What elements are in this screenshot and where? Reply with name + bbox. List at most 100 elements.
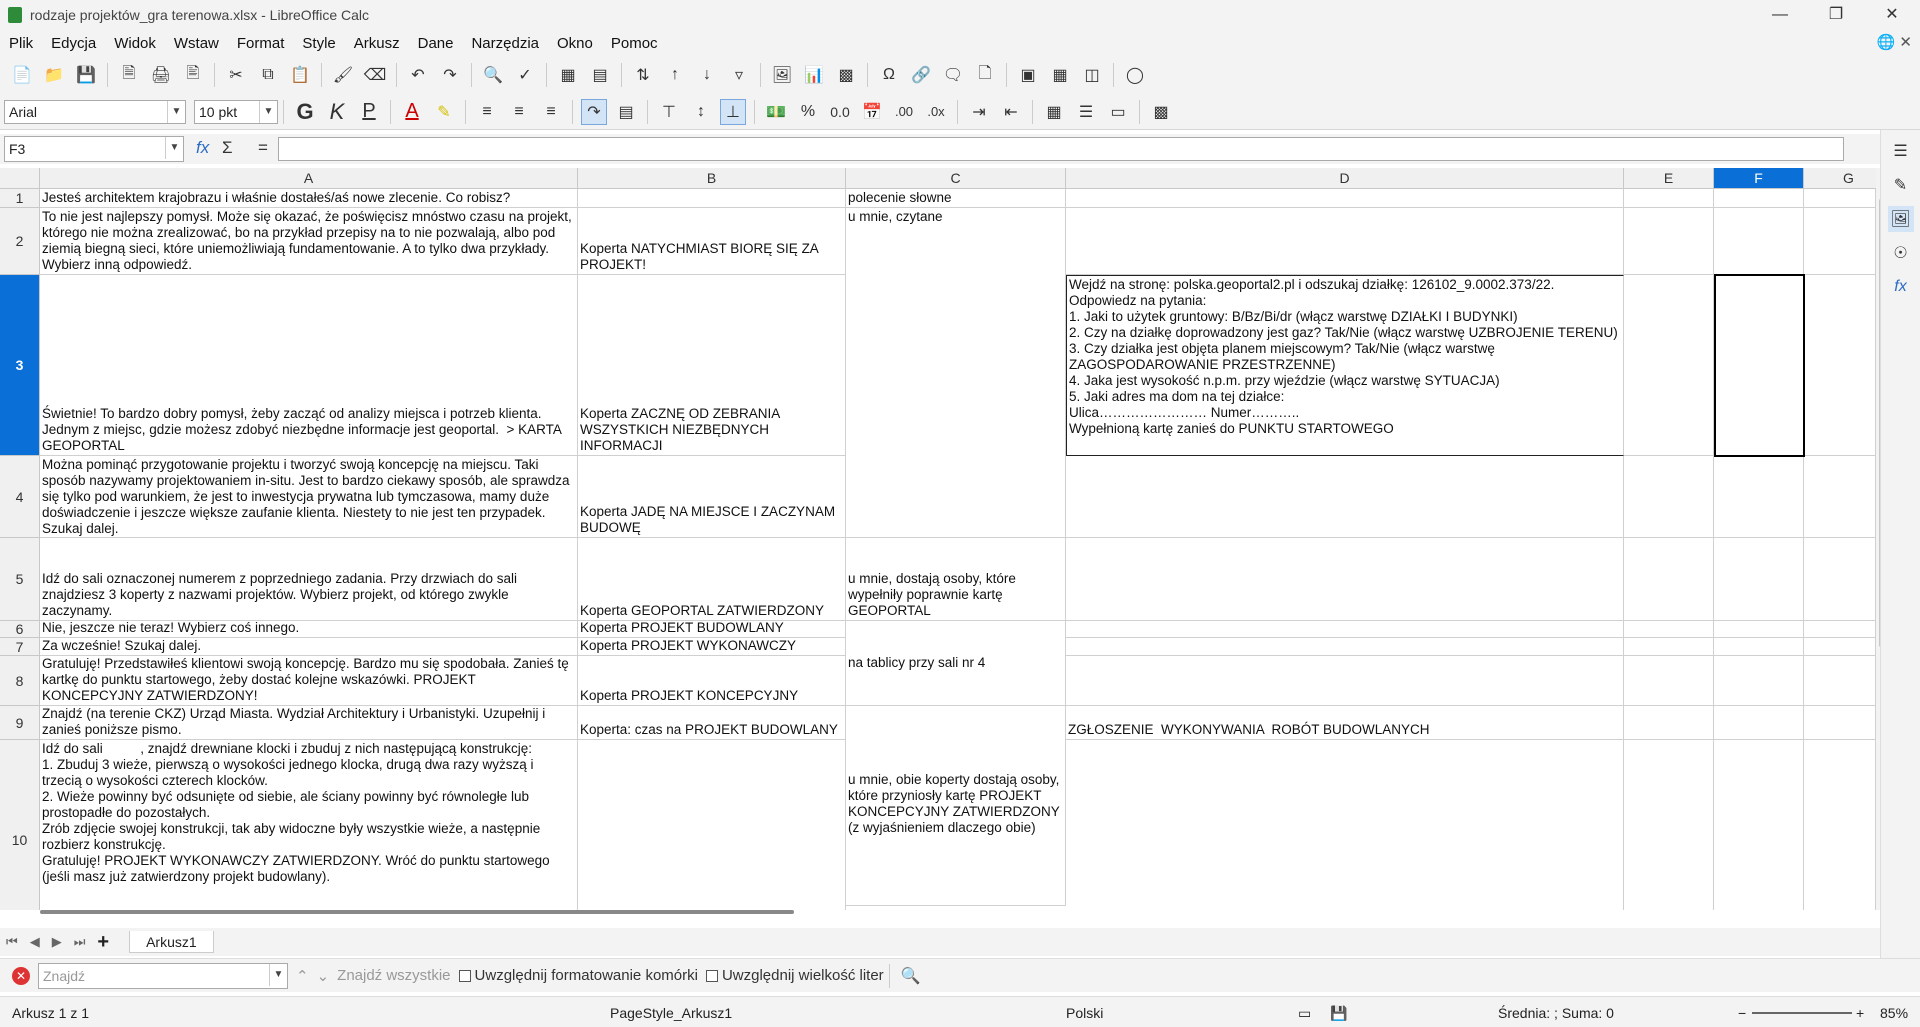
cell-d8[interactable] — [1066, 656, 1624, 706]
cell-g8[interactable] — [1804, 656, 1876, 706]
italic-icon[interactable]: K — [324, 99, 350, 125]
language[interactable]: Polski — [1066, 1005, 1103, 1021]
functions-icon[interactable]: fx — [1888, 274, 1914, 300]
cell-e8[interactable] — [1624, 656, 1714, 706]
special-character-icon[interactable]: Ω — [876, 62, 902, 88]
chevron-down-icon[interactable]: ▼ — [165, 137, 183, 159]
row-header-2[interactable]: 2 — [0, 208, 40, 275]
close-icon[interactable]: ✕ — [1864, 0, 1920, 30]
cell-c5[interactable]: u mnie, dostają osoby, które wypełniły p… — [846, 538, 1066, 621]
underline-icon[interactable]: P — [356, 99, 382, 125]
clone-formatting-icon[interactable]: 🖌 — [330, 62, 356, 88]
cell-b6[interactable]: Koperta PROJEKT BUDOWLANY — [578, 621, 846, 638]
sheet-tab[interactable]: Arkusz1 — [129, 931, 214, 953]
cell-f10[interactable] — [1714, 740, 1804, 910]
align-top-icon[interactable]: ⊤ — [656, 99, 682, 125]
column-header-a[interactable]: A — [40, 168, 578, 189]
cell-b10[interactable] — [578, 740, 846, 910]
cell-c1[interactable]: polecenie słowne — [846, 189, 1066, 208]
column-header-g[interactable]: G — [1804, 168, 1876, 189]
zoom-slider[interactable] — [1752, 1012, 1852, 1014]
cell-b3[interactable]: Koperta ZACZNĘ OD ZEBRANIA WSZYSTKICH NI… — [578, 275, 846, 456]
border-color-icon[interactable]: ▭ — [1105, 99, 1131, 125]
cell-c9[interactable]: u mnie, obie koperty dostają osoby, któr… — [846, 706, 1066, 906]
row-header-1[interactable]: 1 — [0, 189, 40, 208]
menu-format[interactable]: Format — [228, 35, 294, 52]
cell-e2[interactable] — [1624, 208, 1714, 275]
find-all-button[interactable]: Znajdź wszystkie — [337, 967, 450, 984]
cell-b2[interactable]: Koperta NATYCHMIAST BIORĘ SIĘ ZA PROJEKT… — [578, 208, 846, 275]
cell-e5[interactable] — [1624, 538, 1714, 621]
cell-f3[interactable] — [1714, 275, 1804, 456]
find-replace-dialog-icon[interactable]: 🔍 — [898, 963, 924, 989]
sort-icon[interactable]: ⇅ — [630, 62, 656, 88]
name-box[interactable]: F3 ▼ — [4, 136, 184, 162]
cell-f2[interactable] — [1714, 208, 1804, 275]
menu-widok[interactable]: Widok — [105, 35, 165, 52]
zoom-in-icon[interactable]: + — [1856, 1005, 1864, 1021]
cell-g4[interactable] — [1804, 456, 1876, 538]
cell-f4[interactable] — [1714, 456, 1804, 538]
cell-f1[interactable] — [1714, 189, 1804, 208]
currency-format-icon[interactable]: 💵 — [763, 99, 789, 125]
page-style[interactable]: PageStyle_Arkusz1 — [610, 1005, 732, 1021]
find-next-icon[interactable]: ⌄ — [317, 967, 330, 985]
formula-input[interactable] — [278, 137, 1844, 161]
row-header-8[interactable]: 8 — [0, 656, 40, 706]
cell-e6[interactable] — [1624, 621, 1714, 638]
cell-g1[interactable] — [1804, 189, 1876, 208]
column-header-c[interactable]: C — [846, 168, 1066, 189]
select-all-corner[interactable] — [0, 168, 40, 189]
cell-a2[interactable]: To nie jest najlepszy pomysł. Może się o… — [40, 208, 578, 275]
date-format-icon[interactable]: 📅 — [859, 99, 885, 125]
cell-a9[interactable]: Znajdź (na terenie CKZ) Urząd Miasta. Wy… — [40, 706, 578, 740]
cell-g7[interactable] — [1804, 638, 1876, 656]
row-header-3[interactable]: 3 — [0, 275, 40, 456]
save-icon[interactable]: 💾 — [73, 62, 99, 88]
cell-e4[interactable] — [1624, 456, 1714, 538]
zoom-level[interactable]: 85% — [1880, 1005, 1908, 1021]
column-header-f[interactable]: F — [1714, 168, 1804, 189]
menu-pomoc[interactable]: Pomoc — [602, 35, 667, 52]
cell-d4[interactable] — [1066, 456, 1624, 538]
menu-plik[interactable]: Plik — [0, 35, 42, 52]
cell-b5[interactable]: Koperta GEOPORTAL ZATWIERDZONY — [578, 538, 846, 621]
document-modified-icon[interactable]: 💾 — [1330, 1005, 1347, 1022]
row-header-9[interactable]: 9 — [0, 706, 40, 740]
sort-descending-icon[interactable]: ↓ — [694, 62, 720, 88]
first-sheet-icon[interactable]: ⏮ — [6, 934, 18, 950]
cell-b4[interactable]: Koperta JADĘ NA MIEJSCE I ZACZYNAM BUDOW… — [578, 456, 846, 538]
cell-b1[interactable] — [578, 189, 846, 208]
cell-f8[interactable] — [1714, 656, 1804, 706]
column-icon[interactable]: ▤ — [587, 62, 613, 88]
conditional-format-icon[interactable]: ▩ — [1148, 99, 1174, 125]
new-document-icon[interactable]: 📄 — [9, 62, 35, 88]
cell-b7[interactable]: Koperta PROJEKT WYKONAWCZY — [578, 638, 846, 656]
globe-icon[interactable]: 🌐 ✕ — [1877, 33, 1912, 51]
hyperlink-icon[interactable]: 🔗 — [908, 62, 934, 88]
cell-d9[interactable]: ZGŁOSZENIE WYKONYWANIA ROBÓT BUDOWLANYCH — [1066, 706, 1624, 740]
prev-sheet-icon[interactable]: ◀ — [30, 934, 40, 950]
cell-d6[interactable] — [1066, 621, 1624, 638]
selection-mode-icon[interactable]: ▭ — [1298, 1005, 1311, 1022]
show-draw-functions-icon[interactable]: ◯ — [1122, 62, 1148, 88]
column-header-b[interactable]: B — [578, 168, 846, 189]
cell-f7[interactable] — [1714, 638, 1804, 656]
bold-icon[interactable]: G — [292, 99, 318, 125]
cell-a5[interactable]: Idź do sali oznaczonej numerem z poprzed… — [40, 538, 578, 621]
undo-icon[interactable]: ↶ — [405, 62, 431, 88]
cell-d10[interactable] — [1066, 740, 1624, 910]
menu-arkusz[interactable]: Arkusz — [345, 35, 409, 52]
add-decimal-icon[interactable]: .00 — [891, 99, 917, 125]
cell-e1[interactable] — [1624, 189, 1714, 208]
cell-c2[interactable]: u mnie, czytane — [846, 208, 1066, 538]
cell-e3[interactable] — [1624, 275, 1714, 456]
comment-icon[interactable]: 🗨 — [940, 62, 966, 88]
insert-chart-icon[interactable]: 📊 — [801, 62, 827, 88]
spelling-icon[interactable]: ✓ — [512, 62, 538, 88]
minimize-icon[interactable]: — — [1752, 0, 1808, 30]
match-format-checkbox[interactable] — [458, 969, 471, 982]
row-icon[interactable]: ▦ — [555, 62, 581, 88]
align-middle-icon[interactable]: ↕ — [688, 99, 714, 125]
autofilter-icon[interactable]: ▿ — [726, 62, 752, 88]
